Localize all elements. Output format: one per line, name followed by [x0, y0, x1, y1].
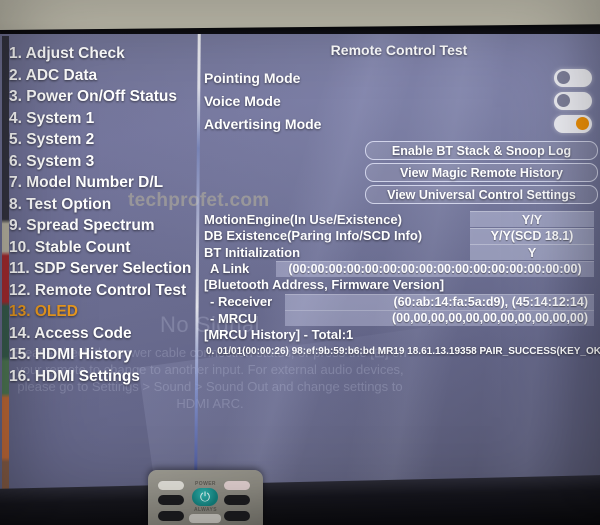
mode-label-advertising: Advertising Mode [204, 115, 322, 132]
info-value-bt-initialization: Y [470, 244, 594, 261]
info-value-mrcu: (00,00,00,00,00,00,00,00,00,00,00) [285, 310, 594, 327]
bluetooth-section-header: [Bluetooth Address, Firmware Version] [204, 277, 445, 292]
remote-power-label-top: POWER [195, 481, 216, 487]
toggle-knob-icon [576, 117, 589, 130]
mode-row-pointing[interactable]: Pointing Mode [200, 66, 598, 89]
status-info-list: MotionEngine(In Use/Existence) Y/Y DB Ex… [200, 211, 600, 357]
info-value-db-existence: Y/Y(SCD 18.1) [470, 227, 594, 244]
menu-item-7[interactable]: 7. Model Number D/L [9, 172, 201, 194]
toggle-knob-icon [557, 71, 570, 84]
edge-color-strip [2, 36, 9, 494]
panel-title: Remote Control Test [330, 42, 468, 58]
menu-item-11[interactable]: 11. SDP Server Selection [9, 258, 201, 280]
physical-remote-control: POWER ALWAYS [148, 470, 263, 525]
menu-item-10[interactable]: 10. Stable Count [9, 237, 201, 259]
info-row-motionengine: MotionEngine(In Use/Existence) Y/Y [200, 211, 598, 228]
remote-control-test-panel: Remote Control Test Pointing Mode Voice … [200, 38, 600, 384]
mode-row-voice[interactable]: Voice Mode [200, 89, 598, 112]
toggle-knob-icon [557, 94, 570, 107]
info-label-mrcu: - MRCU [210, 310, 257, 326]
info-label-db-existence: DB Existence(Paring Info/SCD Info) [204, 228, 423, 244]
info-value-motionengine: Y/Y [470, 211, 594, 228]
menu-item-6[interactable]: 6. System 3 [9, 151, 201, 173]
menu-item-13-selected[interactable]: 13. OLED [9, 301, 201, 323]
info-value-receiver: (60:ab:14:fa:5a:d9), (45:14:12:14) [285, 293, 594, 310]
info-row-db-existence: DB Existence(Paring Info/SCD Info) Y/Y(S… [200, 227, 598, 245]
info-row-a-link: A Link (00:00:00:00:00:00:00:00:00:00:00… [200, 260, 598, 278]
menu-item-15[interactable]: 15. HDMI History [9, 344, 201, 366]
info-label-bt-initialization: BT Initialization [204, 244, 301, 260]
toggle-voice-mode[interactable] [554, 91, 592, 110]
mode-row-advertising[interactable]: Advertising Mode [200, 112, 598, 135]
remote-power-button-icon [192, 488, 218, 506]
toggle-pointing-mode[interactable] [554, 68, 592, 87]
tv-screen: No Signal Please check the power cable c… [0, 34, 600, 496]
remote-center-bar-button [189, 514, 221, 523]
mode-label-pointing: Pointing Mode [204, 69, 301, 86]
remote-button-mid-left [158, 495, 184, 505]
view-universal-control-settings-button[interactable]: View Universal Control Settings [365, 185, 598, 204]
mode-toggle-list: Pointing Mode Voice Mode Advertising Mod… [200, 66, 598, 135]
menu-item-4[interactable]: 4. System 1 [9, 108, 201, 130]
mrcu-history-line-0: 0. 01/01(00:00:26) 98:ef:9b:59:b6:bd MR1… [206, 346, 600, 357]
enable-bt-stack-snoop-log-button[interactable]: Enable BT Stack & Snoop Log [365, 141, 598, 160]
menu-item-16[interactable]: 16. HDMI Settings [9, 366, 201, 388]
service-menu[interactable]: 1. Adjust Check 2. ADC Data 3. Power On/… [9, 43, 201, 387]
menu-item-3[interactable]: 3. Power On/Off Status [9, 86, 201, 108]
toggle-advertising-mode[interactable] [554, 114, 592, 133]
info-row-bt-initialization: BT Initialization Y [200, 244, 598, 261]
info-label-receiver: - Receiver [210, 294, 273, 310]
menu-item-9[interactable]: 9. Spread Spectrum [9, 215, 201, 237]
remote-power-label-bottom: ALWAYS [193, 507, 218, 513]
menu-item-5[interactable]: 5. System 2 [9, 129, 201, 151]
screenshot-root: No Signal Please check the power cable c… [0, 0, 600, 525]
menu-item-12[interactable]: 12. Remote Control Test [9, 280, 201, 302]
view-magic-remote-history-button[interactable]: View Magic Remote History [365, 163, 598, 182]
menu-item-8[interactable]: 8. Test Option [9, 194, 201, 216]
info-label-a-link: A Link [210, 261, 250, 277]
menu-item-1[interactable]: 1. Adjust Check [9, 43, 201, 65]
menu-item-2[interactable]: 2. ADC Data [9, 65, 201, 87]
info-label-motionengine: MotionEngine(In Use/Existence) [204, 211, 402, 227]
menu-item-14[interactable]: 14. Access Code [9, 323, 201, 345]
info-row-mrcu: - MRCU (00,00,00,00,00,00,00,00,00,00,00… [200, 310, 598, 327]
info-row-receiver: - Receiver (60:ab:14:fa:5a:d9), (45:14:1… [200, 293, 598, 311]
remote-button-mid-right [224, 495, 250, 505]
info-value-a-link: (00:00:00:00:00:00:00:00:00:00:00:00:00:… [276, 260, 594, 277]
panel-action-buttons: Enable BT Stack & Snoop Log View Magic R… [200, 141, 598, 204]
mode-label-voice: Voice Mode [204, 92, 281, 109]
mrcu-history-header: [MRCU History] - Total:1 [204, 326, 354, 342]
